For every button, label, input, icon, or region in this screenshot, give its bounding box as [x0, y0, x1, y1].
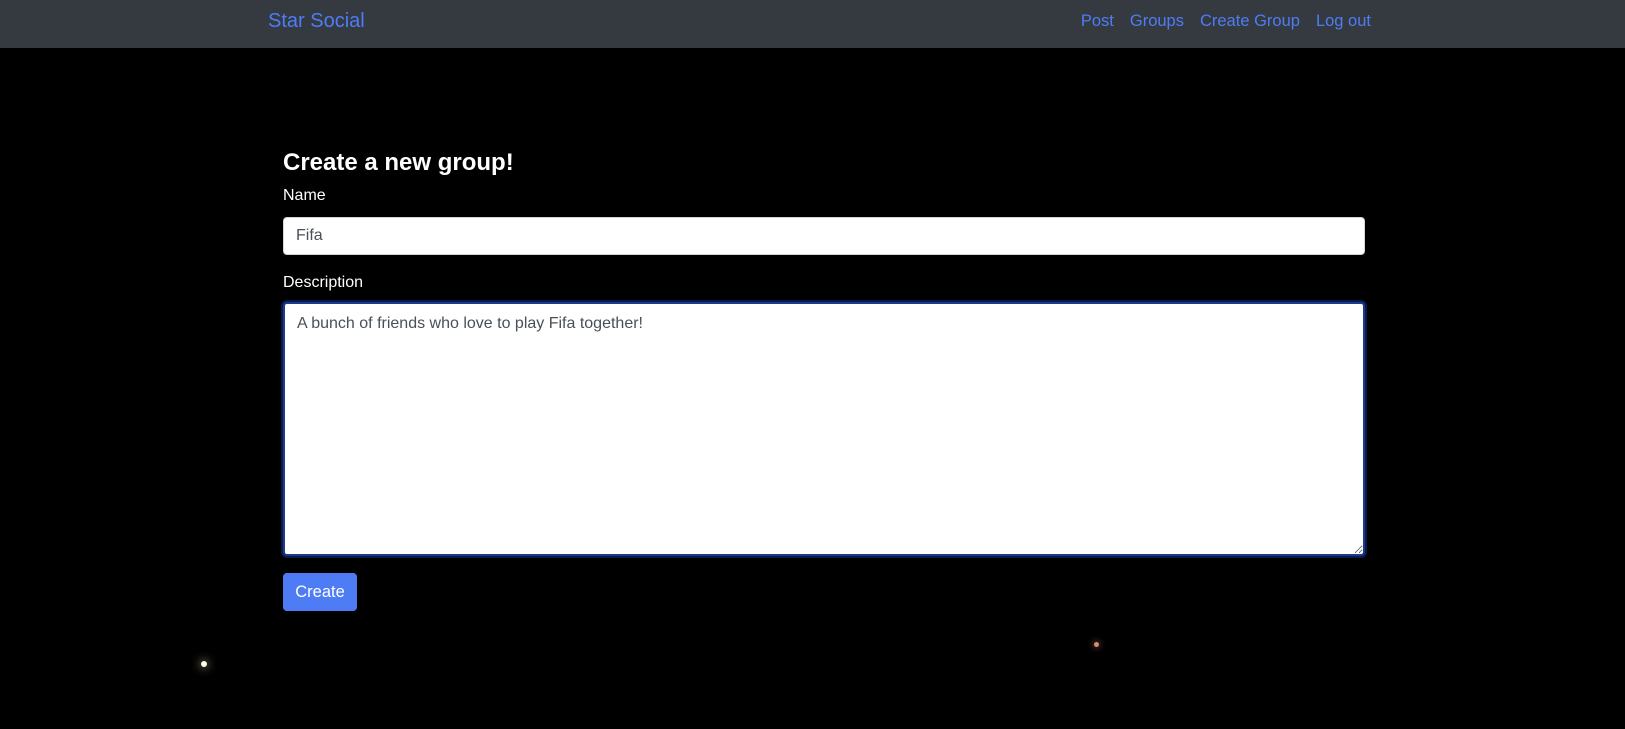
nav-link-log-out[interactable]: Log out	[1316, 10, 1371, 32]
star-decoration	[1094, 642, 1099, 647]
nav-link-groups[interactable]: Groups	[1130, 10, 1184, 32]
name-input[interactable]	[283, 217, 1365, 255]
create-button[interactable]: Create	[283, 573, 357, 611]
page-title: Create a new group!	[283, 149, 514, 176]
nav-links: Post Groups Create Group Log out	[1081, 10, 1371, 32]
name-label: Name	[283, 187, 326, 204]
brand-link[interactable]: Star Social	[268, 8, 365, 34]
nav-link-post[interactable]: Post	[1081, 10, 1114, 32]
top-navbar: Star Social Post Groups Create Group Log…	[0, 0, 1625, 48]
description-label: Description	[283, 274, 364, 291]
create-group-form: Create a new group! Name Description A b…	[283, 148, 1365, 611]
nav-link-create-group[interactable]: Create Group	[1200, 10, 1300, 32]
star-decoration	[201, 661, 207, 667]
description-textarea[interactable]: A bunch of friends who love to play Fifa…	[283, 302, 1365, 556]
